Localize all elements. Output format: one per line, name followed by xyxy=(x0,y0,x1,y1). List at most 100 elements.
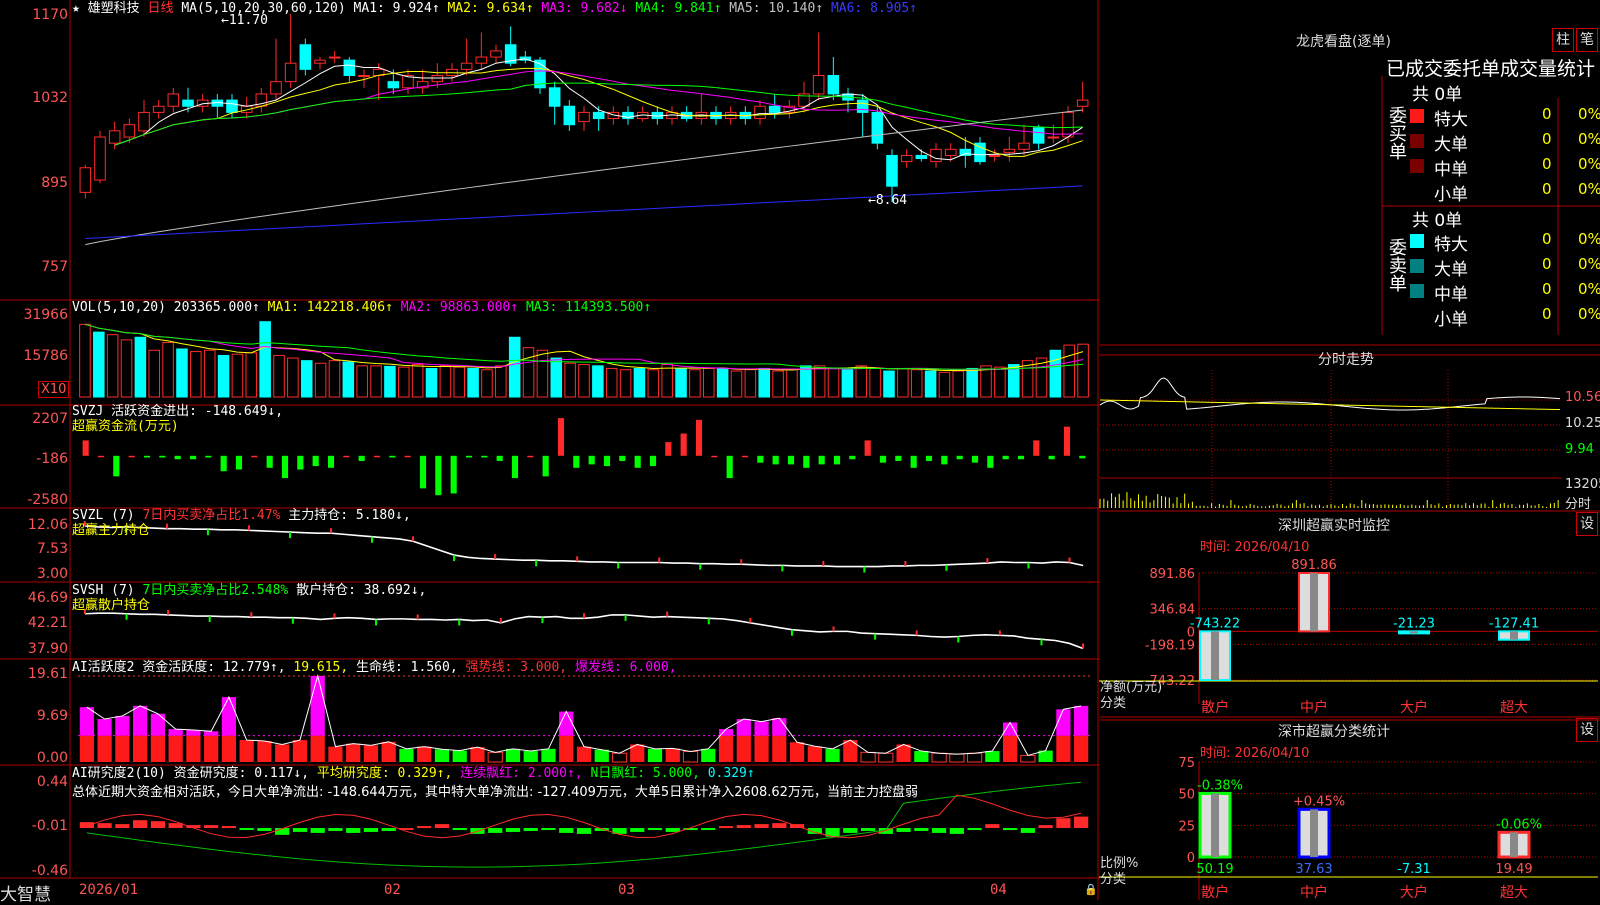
flow-bar xyxy=(696,420,702,456)
research-bar xyxy=(435,824,449,828)
activity-bar-burst xyxy=(169,729,183,736)
order-swatch xyxy=(1410,259,1424,273)
ma-line-1 xyxy=(115,59,1083,160)
activity-bar xyxy=(737,736,751,762)
flow-bar xyxy=(1049,456,1055,459)
activity-bar-low xyxy=(524,751,538,762)
candle-body xyxy=(901,155,912,161)
candle-body xyxy=(80,168,91,193)
flow-bar xyxy=(451,456,457,494)
candle-body xyxy=(168,94,179,106)
dragon-tabs[interactable]: 已成交委托单成交量统计 xyxy=(1386,54,1595,81)
research-bar xyxy=(648,828,662,830)
volume-bar xyxy=(454,367,465,397)
period-label[interactable]: 日线 xyxy=(148,1,174,16)
activity-bar-burst xyxy=(80,707,94,736)
activity-bar xyxy=(186,736,200,762)
order-swatch xyxy=(1410,134,1424,148)
order-size-label: 特大 xyxy=(1434,230,1468,255)
flow-bar xyxy=(1003,456,1009,459)
svsh-tick: 37.90 xyxy=(28,641,68,657)
flow-bar xyxy=(205,456,211,458)
ai-tick: 9.69 xyxy=(37,708,68,724)
candle-body xyxy=(1004,149,1015,152)
activity-bar xyxy=(204,736,218,762)
candle-body xyxy=(755,106,766,118)
ai-tick: 0.00 xyxy=(37,750,68,766)
candle-body xyxy=(461,63,472,69)
activity-bar xyxy=(133,736,147,762)
research-bar xyxy=(1021,828,1035,833)
research-bar xyxy=(577,828,591,834)
ma3-value: MA3: 9.682↓ xyxy=(541,1,627,16)
classify-xtick: 超大 xyxy=(1500,885,1528,900)
volume-bar xyxy=(925,371,936,397)
bar-mode-button[interactable]: 柱 xyxy=(1552,28,1574,52)
flow-bar xyxy=(865,440,871,455)
order-pct: 0% xyxy=(1578,105,1600,123)
vol-unit-badge: X10 xyxy=(38,381,69,398)
activity-bar-low xyxy=(648,749,662,762)
volume-bar xyxy=(426,368,437,397)
monitor-bar-shade xyxy=(1410,631,1418,633)
vol-ma3: MA3: 114393.500↑ xyxy=(526,300,651,315)
volume-bar xyxy=(911,370,922,397)
volume-bar xyxy=(121,340,132,397)
candle-body xyxy=(813,76,824,94)
buy-total: 共 0单 xyxy=(1412,80,1462,105)
monitor-settings-button[interactable]: 设 xyxy=(1576,512,1598,536)
chart-canvas[interactable]: 891.86346.840-198.19-743.22-743.22散户891.… xyxy=(0,0,1600,900)
research-bar xyxy=(524,828,538,831)
intraday-tick: 10.56 xyxy=(1565,390,1600,405)
research-bar xyxy=(1074,817,1088,828)
tick-mode-button[interactable]: 笔 xyxy=(1576,28,1598,52)
flow-bar xyxy=(497,456,503,461)
monitor-ytitle: 净额(万元) 分类 xyxy=(1100,680,1162,712)
order-pct: 0% xyxy=(1578,180,1600,198)
volume-bar xyxy=(731,371,742,397)
research-bar xyxy=(666,828,680,832)
activity-bar-low xyxy=(399,749,413,762)
research-bar xyxy=(346,828,360,833)
ai-tick: 19.61 xyxy=(28,666,68,682)
volume-bar xyxy=(773,371,784,397)
activity-bar xyxy=(346,744,360,762)
candle-body xyxy=(989,155,1000,156)
flow-bar xyxy=(1064,427,1070,456)
research-bar xyxy=(328,828,342,831)
volume-bar xyxy=(357,366,368,397)
classify-settings-button[interactable]: 设 xyxy=(1576,718,1598,742)
volume-bar xyxy=(523,348,534,397)
svzl-subtitle: 超赢主力持仓 xyxy=(72,523,150,539)
flow-bar xyxy=(343,456,349,458)
candlestick-chart xyxy=(80,14,1088,245)
volume-bar xyxy=(399,367,410,397)
activity-bar xyxy=(222,736,236,762)
order-swatch xyxy=(1410,234,1424,248)
research-bar xyxy=(630,828,644,832)
candle-body xyxy=(1077,100,1088,106)
activity-bar xyxy=(1074,736,1088,762)
flow-bar xyxy=(819,456,825,465)
lock-icon[interactable]: 🔒 xyxy=(1084,882,1098,898)
research-bar xyxy=(453,828,467,830)
date-tick: 02 xyxy=(384,882,401,898)
volume-bar xyxy=(468,368,479,397)
monitor-bar-shade xyxy=(1310,573,1318,631)
order-pct: 0% xyxy=(1578,155,1600,173)
flow-bar xyxy=(389,456,395,458)
order-row: 大单 0 0% xyxy=(1410,255,1600,277)
order-size-label: 小单 xyxy=(1434,180,1468,205)
activity-bar-low xyxy=(683,751,697,762)
svsh-header: SVSH (7) 7日内买卖净占比2.548% 散户持仓: 38.692↓, xyxy=(72,583,426,599)
volume-bar xyxy=(385,366,396,397)
activity-bar-low xyxy=(914,751,928,762)
research-bar xyxy=(861,828,875,831)
favorite-star-icon[interactable]: ★ xyxy=(72,1,80,16)
svzj-tick: -186 xyxy=(36,451,68,467)
order-count: 0 xyxy=(1542,130,1552,148)
research-bar xyxy=(222,826,236,828)
svzj-header: SVZJ 活跃资金进出: -148.649↓, xyxy=(72,404,283,420)
order-pct: 0% xyxy=(1578,305,1600,323)
order-count: 0 xyxy=(1542,230,1552,248)
